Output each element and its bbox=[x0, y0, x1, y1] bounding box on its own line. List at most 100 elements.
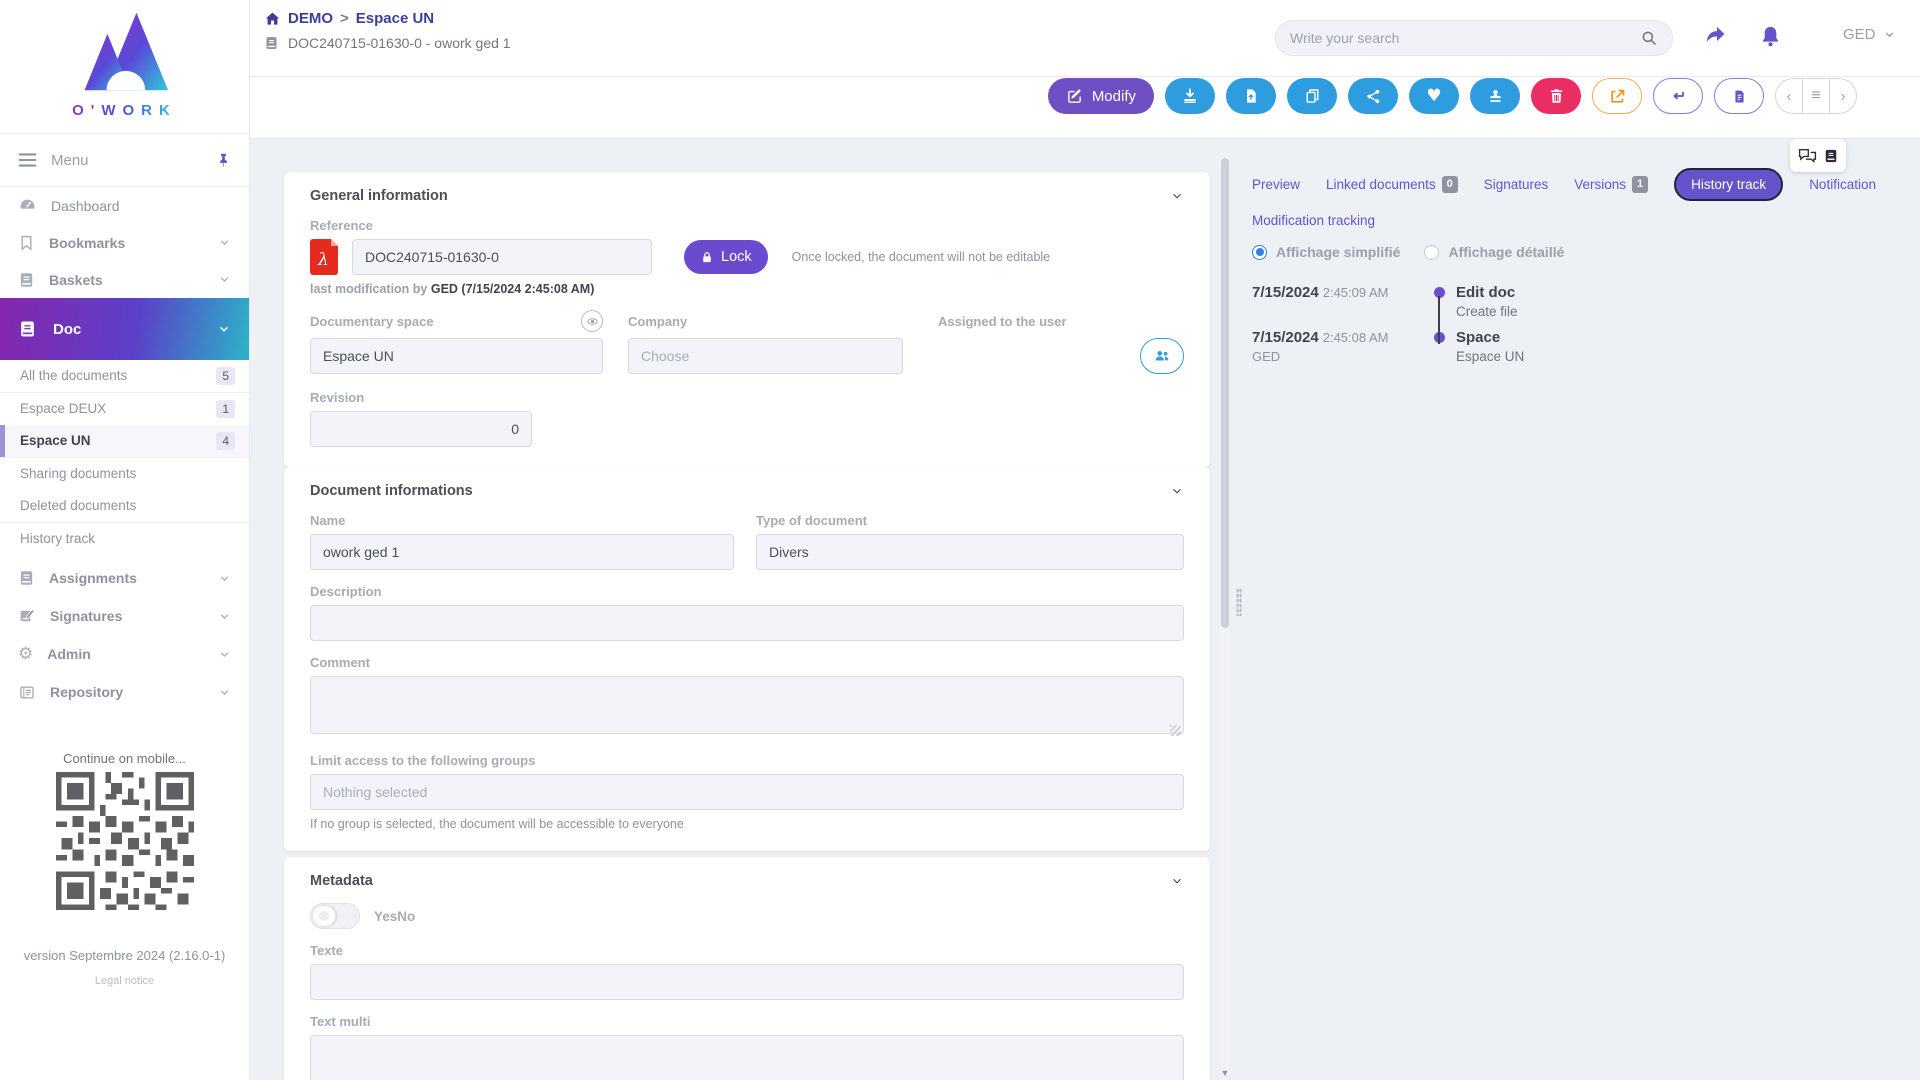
search-icon[interactable] bbox=[1640, 29, 1658, 47]
description-input[interactable] bbox=[310, 605, 1184, 641]
pager-next-button[interactable]: › bbox=[1830, 79, 1856, 113]
yesno-toggle[interactable] bbox=[310, 903, 360, 929]
last-modification-label: last modification by bbox=[310, 282, 427, 296]
document-history-icon[interactable] bbox=[1824, 148, 1838, 164]
lock-label: Lock bbox=[721, 249, 752, 265]
sidebar-item-history-track[interactable]: History track bbox=[0, 523, 249, 556]
pager-previous-button[interactable]: ‹ bbox=[1776, 79, 1802, 113]
tab-linked-documents[interactable]: Linked documents 0 bbox=[1326, 176, 1458, 193]
breadcrumb-current[interactable]: Espace UN bbox=[356, 10, 434, 27]
lock-button[interactable]: Lock bbox=[684, 240, 768, 274]
sidebar-item-repository[interactable]: Repository bbox=[0, 673, 249, 711]
tab-label: Versions bbox=[1574, 177, 1626, 192]
radio-affichage-simplifie[interactable]: Affichage simplifié bbox=[1252, 244, 1400, 260]
scrollbar-thumb[interactable] bbox=[1221, 158, 1229, 628]
stamp-button[interactable] bbox=[1470, 78, 1520, 114]
pager-list-button[interactable]: ≡ bbox=[1802, 79, 1830, 113]
texte-input[interactable] bbox=[310, 964, 1184, 1000]
app-logo[interactable]: O'WORK bbox=[0, 0, 249, 133]
breadcrumb-root[interactable]: DEMO bbox=[288, 10, 333, 27]
timeline-connector bbox=[1438, 296, 1440, 344]
sidebar: O'WORK Menu Dashboard Bookmarks Baskets bbox=[0, 0, 250, 1080]
collapse-chevron-icon[interactable] bbox=[1170, 189, 1184, 203]
sidebar-item-assignments[interactable]: Assignments bbox=[0, 559, 249, 597]
hamburger-icon[interactable] bbox=[18, 152, 37, 168]
share-button[interactable] bbox=[1348, 78, 1398, 114]
tab-notification[interactable]: Notification bbox=[1809, 177, 1876, 192]
collapse-chevron-icon[interactable] bbox=[1170, 874, 1184, 888]
sidebar-item-sharing-documents[interactable]: Sharing documents bbox=[0, 458, 249, 491]
menu-toggle[interactable]: Menu bbox=[0, 134, 249, 186]
sidebar-item-dashboard[interactable]: Dashboard bbox=[0, 187, 249, 224]
modify-button[interactable]: Modify bbox=[1048, 78, 1154, 114]
timeline-action: Edit doc bbox=[1456, 284, 1914, 301]
revision-input[interactable] bbox=[310, 411, 532, 447]
logo-wordmark: O'WORK bbox=[72, 102, 177, 119]
timeline-time: 2:45:09 AM bbox=[1323, 285, 1389, 300]
chevron-down-icon bbox=[217, 322, 231, 336]
sidebar-item-signatures[interactable]: Signatures bbox=[0, 597, 249, 635]
panel-tabs: Preview Linked documents 0 Signatures Ve… bbox=[1252, 168, 1914, 228]
count-badge: 5 bbox=[216, 367, 235, 385]
assigned-user-label: Assigned to the user bbox=[938, 310, 1184, 332]
modify-label: Modify bbox=[1092, 88, 1136, 105]
collapse-chevron-icon[interactable] bbox=[1170, 484, 1184, 498]
timeline-time: 2:45:08 AM bbox=[1323, 330, 1389, 345]
sidebar-item-all-documents[interactable]: All the documents 5 bbox=[0, 360, 249, 393]
radio-icon bbox=[1252, 245, 1267, 260]
sidebar-item-bookmarks[interactable]: Bookmarks bbox=[0, 224, 249, 261]
timeline-user: GED bbox=[1252, 349, 1422, 364]
sidebar-item-baskets[interactable]: Baskets bbox=[0, 261, 249, 298]
panel-splitter-handle[interactable] bbox=[1236, 588, 1242, 616]
radio-affichage-detaille[interactable]: Affichage détaillé bbox=[1424, 244, 1564, 260]
chat-bubbles-icon[interactable] bbox=[1798, 148, 1817, 164]
company-input[interactable] bbox=[628, 338, 903, 374]
limit-groups-select[interactable] bbox=[310, 774, 1184, 810]
favorite-heart-button[interactable]: ♥ bbox=[1409, 78, 1459, 114]
delete-trash-button[interactable] bbox=[1531, 78, 1581, 114]
heart-icon: ♥ bbox=[1426, 88, 1441, 105]
revision-label: Revision bbox=[310, 390, 1184, 405]
sidebar-item-doc[interactable]: Doc bbox=[0, 298, 249, 360]
search-input[interactable] bbox=[1290, 30, 1640, 46]
eye-icon[interactable] bbox=[581, 310, 603, 332]
documentary-space-input[interactable] bbox=[310, 338, 603, 374]
sidebar-item-espace-deux[interactable]: Espace DEUX 1 bbox=[0, 393, 249, 426]
search-bar[interactable] bbox=[1275, 20, 1673, 56]
reference-input[interactable] bbox=[352, 239, 652, 275]
notifications-bell-icon[interactable] bbox=[1758, 24, 1783, 49]
return-button[interactable] bbox=[1653, 78, 1703, 114]
copy-button[interactable] bbox=[1287, 78, 1337, 114]
legal-notice-link[interactable]: Legal notice bbox=[0, 975, 249, 987]
app-version: version Septembre 2024 (2.16.0-1) bbox=[0, 948, 249, 963]
name-input[interactable] bbox=[310, 534, 734, 570]
sidebar-item-espace-un[interactable]: Espace UN 4 bbox=[0, 425, 249, 458]
tab-preview[interactable]: Preview bbox=[1252, 177, 1300, 192]
assign-users-button[interactable] bbox=[1140, 338, 1184, 374]
user-menu[interactable]: GED bbox=[1843, 26, 1895, 43]
groups-hint: If no group is selected, the document wi… bbox=[310, 817, 1184, 831]
tab-modification-tracking[interactable]: Modification tracking bbox=[1252, 213, 1375, 228]
upload-file-button[interactable] bbox=[1226, 78, 1276, 114]
vertical-scrollbar[interactable]: ▼ bbox=[1220, 150, 1230, 1080]
sidebar-item-admin[interactable]: ⚙ Admin bbox=[0, 635, 249, 673]
history-timeline: 7/15/20242:45:09 AM Edit doc Create file… bbox=[1252, 284, 1914, 364]
card-title: Metadata bbox=[310, 873, 373, 889]
comment-textarea[interactable] bbox=[310, 676, 1184, 734]
open-external-button[interactable] bbox=[1592, 78, 1642, 114]
type-of-document-input[interactable] bbox=[756, 534, 1184, 570]
timeline-entry: 7/15/20242:45:09 AM Edit doc Create file bbox=[1252, 284, 1914, 319]
sidebar-item-deleted-documents[interactable]: Deleted documents bbox=[0, 490, 249, 523]
sidebar-item-label: Signatures bbox=[50, 608, 122, 624]
text-multi-textarea[interactable] bbox=[310, 1035, 1184, 1080]
forward-share-icon[interactable] bbox=[1702, 24, 1729, 48]
download-button[interactable] bbox=[1165, 78, 1215, 114]
metadata-card: Metadata YesNo Texte Text multi bbox=[284, 857, 1210, 1080]
tab-history-track[interactable]: History track bbox=[1674, 168, 1783, 201]
document-view-button[interactable] bbox=[1714, 78, 1764, 114]
home-icon[interactable] bbox=[264, 11, 281, 27]
scroll-down-arrow[interactable]: ▼ bbox=[1220, 1068, 1230, 1078]
tab-signatures[interactable]: Signatures bbox=[1484, 177, 1549, 192]
pin-sidebar-icon[interactable] bbox=[216, 152, 231, 168]
tab-versions[interactable]: Versions 1 bbox=[1574, 176, 1648, 193]
